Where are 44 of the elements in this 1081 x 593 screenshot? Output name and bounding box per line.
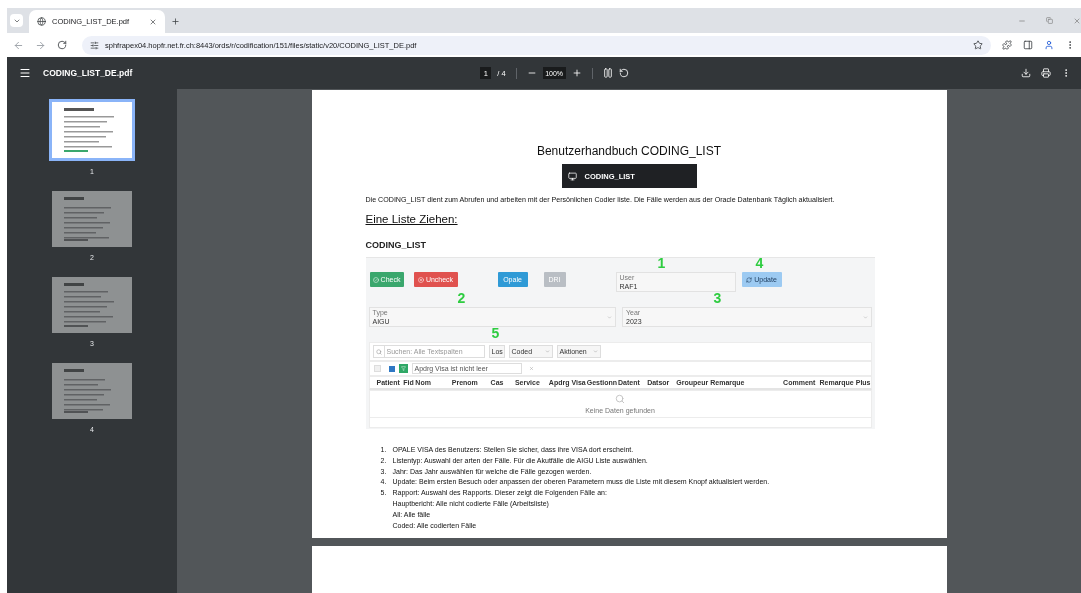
- collapse-toggle[interactable]: [373, 365, 381, 372]
- filter-icon: [398, 364, 408, 373]
- chevron-icon: [544, 349, 550, 354]
- monitor-icon: [567, 171, 577, 181]
- file-name: CODING_LIST_DE.pdf: [43, 68, 133, 78]
- reload-icon[interactable]: [57, 40, 67, 50]
- page-thumbnail[interactable]: [52, 277, 132, 333]
- callout-number: 1: [657, 256, 666, 270]
- page-thumbnail[interactable]: [49, 99, 135, 161]
- app-title: CODING_LIST: [365, 239, 427, 251]
- extensions-icon[interactable]: [1002, 40, 1012, 50]
- filter-checkbox[interactable]: [388, 365, 395, 372]
- tab-list-button[interactable]: [10, 14, 23, 27]
- refresh-icon: [746, 276, 753, 283]
- new-tab-icon[interactable]: [171, 17, 180, 26]
- globe-icon: [37, 17, 46, 26]
- menu-icon[interactable]: [19, 67, 31, 79]
- page-thumbnail[interactable]: [52, 363, 132, 419]
- close-icon[interactable]: [149, 17, 157, 26]
- chevron-icon: [592, 349, 598, 354]
- page-thumbnail[interactable]: [52, 191, 132, 247]
- fit-page-icon[interactable]: [602, 68, 613, 78]
- callout-number: 3: [713, 291, 722, 305]
- check-circle-icon: [372, 276, 379, 283]
- chevron-icon: [607, 315, 612, 320]
- document-title: Benutzerhandbuch CODING_LIST: [535, 143, 723, 160]
- back-icon[interactable]: [13, 39, 24, 51]
- callout-number: 5: [491, 326, 500, 340]
- download-icon[interactable]: [1021, 68, 1031, 78]
- search-icon: [375, 348, 382, 355]
- callout-number: 4: [755, 256, 764, 270]
- profile-icon[interactable]: [1044, 40, 1054, 50]
- rotate-icon[interactable]: [618, 68, 629, 78]
- star-icon[interactable]: [973, 40, 983, 50]
- side-panel-icon[interactable]: [1023, 40, 1033, 50]
- zoom-in-icon[interactable]: [571, 68, 582, 78]
- forward-icon[interactable]: [35, 39, 46, 51]
- search-icon: [615, 394, 625, 404]
- chevron-icon: [862, 315, 868, 320]
- callout-number: 2: [457, 291, 466, 305]
- section-heading: Eine Liste Ziehen:: [365, 212, 458, 226]
- print-icon[interactable]: [1041, 68, 1051, 78]
- x-circle-icon: [417, 276, 424, 283]
- site-settings-icon[interactable]: [90, 40, 99, 50]
